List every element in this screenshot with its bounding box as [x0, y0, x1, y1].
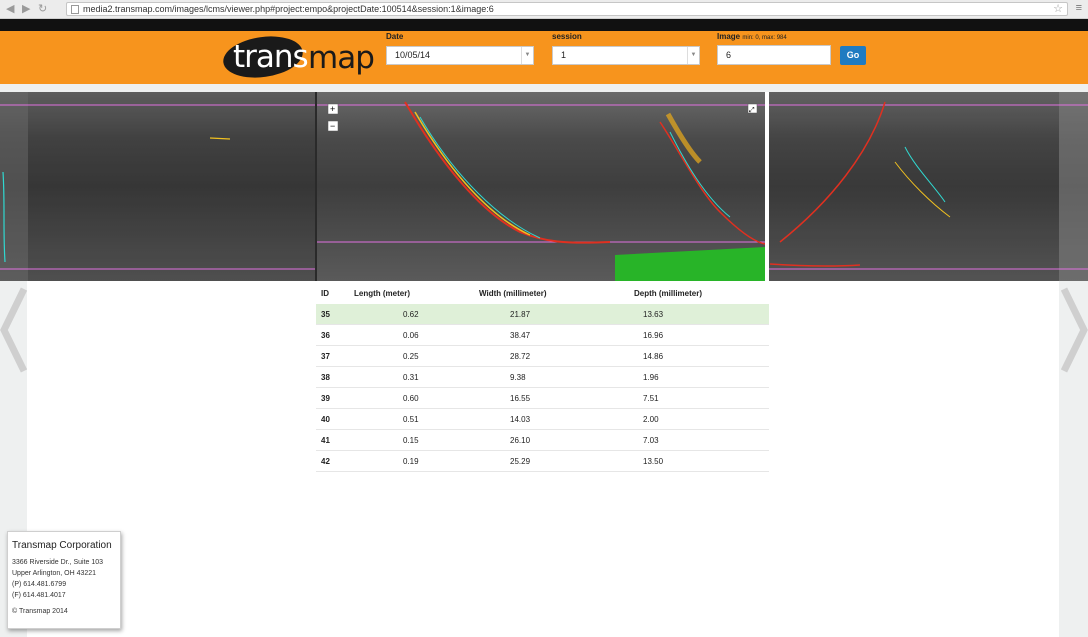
zoom-in-button[interactable]: +	[327, 103, 339, 115]
crack-data-table: ID Length (meter) Width (millimeter) Dep…	[316, 283, 769, 472]
left-pane-shade	[0, 92, 316, 281]
table-row[interactable]: 38 0.31 9.38 1.96	[316, 367, 769, 388]
menu-icon[interactable]: ≡	[1076, 2, 1082, 14]
chevron-down-icon: ▼	[687, 47, 699, 64]
session-select[interactable]: 1 ▼	[552, 46, 700, 65]
cell-depth: 13.50	[643, 457, 664, 466]
session-value: 1	[561, 50, 567, 60]
image-range-hint: min: 0, max: 984	[742, 35, 787, 41]
pavement-image-strip[interactable]: + − ⤢	[0, 92, 1088, 281]
copyright: © Transmap 2014	[12, 608, 68, 615]
logo-text-trans: trans	[233, 39, 309, 75]
fax-number: (F) 614.481.4017	[12, 592, 66, 599]
header-length: Length (meter)	[354, 289, 410, 298]
cell-depth: 13.63	[643, 310, 664, 319]
cell-id: 36	[321, 331, 330, 340]
right-pane-shade	[769, 92, 1088, 281]
cell-id: 35	[321, 310, 330, 319]
phone-number: (P) 614.481.6799	[12, 581, 67, 588]
cell-depth: 2.00	[643, 415, 659, 424]
company-contact-card: Transmap Corporation 3366 Riverside Dr.,…	[7, 531, 121, 629]
back-icon[interactable]: ◀	[6, 3, 14, 15]
cell-length: 0.06	[403, 331, 419, 340]
date-label: Date	[386, 32, 404, 41]
address-bar[interactable]: media2.transmap.com/images/lcms/viewer.p…	[66, 2, 1068, 16]
expand-button[interactable]: ⤢	[747, 103, 758, 114]
date-value: 10/05/14	[395, 50, 431, 60]
cell-length: 0.15	[403, 436, 419, 445]
cell-id: 40	[321, 415, 330, 424]
cell-width: 16.55	[510, 394, 531, 403]
reload-icon[interactable]: ↻	[38, 3, 47, 15]
cell-width: 25.29	[510, 457, 531, 466]
cell-id: 42	[321, 457, 330, 466]
cell-width: 21.87	[510, 310, 531, 319]
cell-id: 37	[321, 352, 330, 361]
cell-depth: 1.96	[643, 373, 659, 382]
address-line-1: 3366 Riverside Dr., Suite 103	[12, 559, 104, 566]
header-id: ID	[321, 289, 329, 298]
table-row[interactable]: 36 0.06 38.47 16.96	[316, 325, 769, 346]
top-dark-bar	[0, 19, 1088, 31]
next-arrow-icon[interactable]	[1061, 285, 1088, 375]
table-header: ID Length (meter) Width (millimeter) Dep…	[316, 283, 769, 304]
image-number-input[interactable]: 6	[717, 45, 831, 65]
image-number-value: 6	[726, 50, 732, 60]
page-icon	[71, 5, 79, 14]
logo-text-map: map	[308, 40, 375, 76]
image-label: Image min: 0, max: 984	[717, 32, 787, 41]
zoom-out-label: −	[330, 121, 335, 131]
table-row[interactable]: 35 0.62 21.87 13.63	[316, 304, 769, 325]
cell-length: 0.31	[403, 373, 419, 382]
previous-arrow-icon[interactable]	[0, 285, 27, 375]
expand-icon: ⤢	[749, 106, 755, 114]
table-row[interactable]: 37 0.25 28.72 14.86	[316, 346, 769, 367]
forward-icon[interactable]: ▶	[22, 3, 30, 15]
cell-length: 0.62	[403, 310, 419, 319]
table-row[interactable]: 39 0.60 16.55 7.51	[316, 388, 769, 409]
cell-width: 28.72	[510, 352, 531, 361]
cell-id: 41	[321, 436, 330, 445]
cell-length: 0.25	[403, 352, 419, 361]
chevron-down-icon: ▼	[521, 47, 533, 64]
table-row[interactable]: 40 0.51 14.03 2.00	[316, 409, 769, 430]
table-row[interactable]: 41 0.15 26.10 7.03	[316, 430, 769, 451]
cell-depth: 14.86	[643, 352, 664, 361]
cell-depth: 7.03	[643, 436, 659, 445]
cell-length: 0.60	[403, 394, 419, 403]
cell-width: 9.38	[510, 373, 526, 382]
bookmark-star-icon[interactable]: ☆	[1053, 3, 1063, 15]
zoom-in-label: +	[330, 104, 335, 114]
cell-length: 0.51	[403, 415, 419, 424]
address-url: media2.transmap.com/images/lcms/viewer.p…	[83, 4, 494, 14]
header-width: Width (millimeter)	[479, 289, 547, 298]
pane-divider-right[interactable]	[765, 92, 769, 281]
pane-divider-left	[315, 92, 317, 281]
app-header: trans map Date 10/05/14 ▼ session 1 ▼ Im…	[0, 31, 1088, 84]
cell-width: 14.03	[510, 415, 531, 424]
cell-width: 38.47	[510, 331, 531, 340]
image-label-text: Image	[717, 32, 741, 41]
date-select[interactable]: 10/05/14 ▼	[386, 46, 534, 65]
session-label: session	[552, 32, 582, 41]
cell-depth: 7.51	[643, 394, 659, 403]
header-depth: Depth (millimeter)	[634, 289, 703, 298]
zoom-out-button[interactable]: −	[327, 120, 339, 132]
table-row[interactable]: 42 0.19 25.29 13.50	[316, 451, 769, 472]
cell-id: 39	[321, 394, 330, 403]
go-button[interactable]: Go	[840, 46, 866, 65]
cell-id: 38	[321, 373, 330, 382]
address-line-2: Upper Arlington, OH 43221	[12, 570, 97, 577]
cell-width: 26.10	[510, 436, 531, 445]
cell-length: 0.19	[403, 457, 419, 466]
company-name: Transmap Corporation	[12, 540, 112, 551]
browser-toolbar: ◀ ▶ ↻ media2.transmap.com/images/lcms/vi…	[0, 0, 1088, 19]
cell-depth: 16.96	[643, 331, 664, 340]
